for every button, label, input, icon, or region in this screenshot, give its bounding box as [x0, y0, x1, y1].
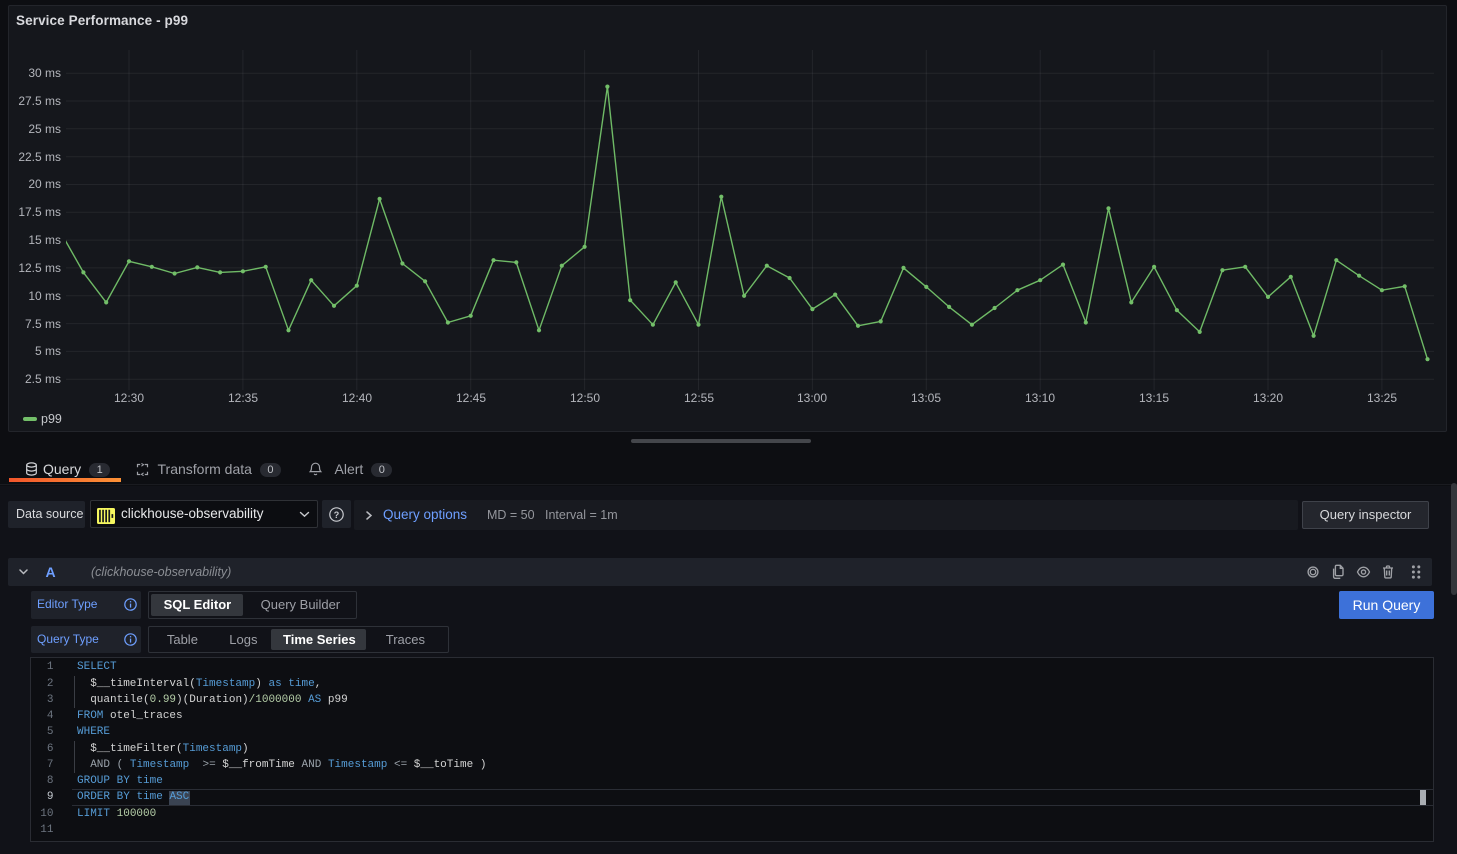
- svg-text:p99: p99: [41, 412, 62, 426]
- svg-text:?: ?: [334, 509, 340, 519]
